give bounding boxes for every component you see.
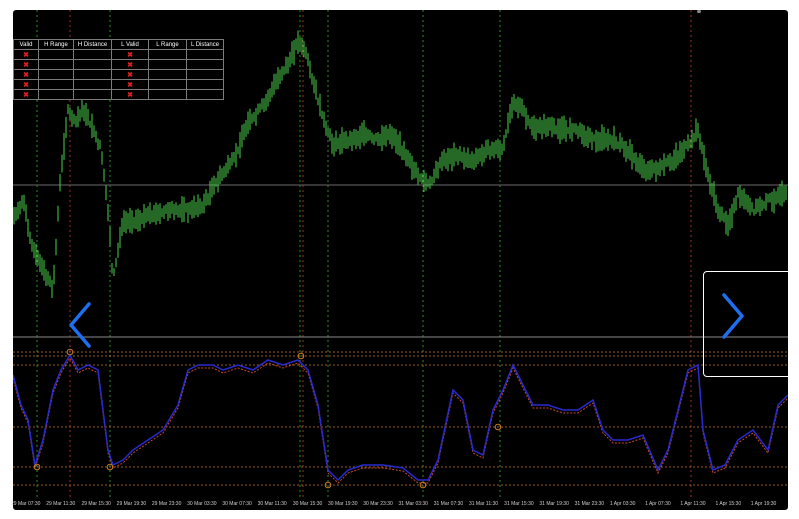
chevron-right-icon (722, 293, 744, 339)
table-cell (186, 79, 224, 90)
invalid-cross-icon: ✖ (13, 49, 39, 60)
time-axis-label: 31 Mar 11:30 (468, 501, 499, 507)
time-axis-label: 1 Apr 15:30 (715, 501, 742, 507)
table-cell (73, 69, 112, 80)
time-axis-label: 31 Mar 19:30 (539, 501, 569, 507)
table-row: ✖ ✖ (13, 49, 224, 60)
time-axis-label: 31 Mar 07:30 (433, 501, 464, 507)
table-row: ✖ ✖ (13, 79, 224, 90)
time-axis-label: 29 Mar 11:30 (46, 501, 76, 507)
table-cell (38, 69, 74, 80)
time-axis-label: 30 Mar 23:30 (363, 501, 393, 507)
chevron-left-icon (69, 302, 91, 348)
invalid-cross-icon: ✖ (111, 59, 149, 70)
table-cell (148, 59, 187, 70)
col-l-distance: L Distance (186, 39, 224, 50)
table-row: ✖ ✖ (13, 59, 224, 70)
time-axis-label: 30 Mar 15:30 (292, 501, 323, 507)
time-axis-label: 31 Mar 23:30 (574, 501, 605, 507)
table-row: ✖ ✖ (13, 89, 224, 100)
invalid-cross-icon: ✖ (13, 69, 39, 80)
time-axis-label: 30 Mar 07:30 (222, 501, 252, 507)
table-row: ✖ ✖ (13, 69, 224, 80)
invalid-cross-icon: ✖ (111, 49, 149, 60)
table-cell (186, 89, 224, 100)
table-cell (73, 59, 112, 70)
invalid-cross-icon: ✖ (13, 79, 39, 90)
table-cell (38, 49, 74, 60)
table-cell (73, 49, 112, 60)
oscillator-signal-line (13, 356, 788, 484)
table-cell (186, 59, 224, 70)
invalid-cross-icon: ✖ (13, 89, 39, 100)
prev-chart-button[interactable] (65, 300, 95, 350)
table-cell (148, 69, 187, 80)
table-cell (186, 69, 224, 80)
time-axis-label: 30 Mar 19:30 (328, 501, 358, 507)
time-axis-label: 31 Mar 03:30 (398, 501, 428, 507)
table-cell (148, 79, 187, 90)
table-cell (38, 59, 74, 70)
col-h-range: H Range (38, 39, 74, 50)
col-h-distance: H Distance (73, 39, 112, 50)
time-axis-label: 30 Mar 11:30 (257, 501, 287, 507)
col-valid: Valid (13, 39, 39, 50)
table-cell (38, 79, 74, 90)
invalid-cross-icon: ✖ (111, 89, 149, 100)
table-header-row: Valid H Range H Distance L Valid L Range… (13, 39, 224, 50)
time-axis-label: 29 Mar 15:30 (81, 501, 111, 507)
time-axis-label: 1 Apr 11:30 (680, 501, 706, 507)
oscillator-main-line (13, 353, 788, 482)
table-cell (73, 79, 112, 90)
time-axis-label: 1 Apr 19:30 (750, 501, 777, 507)
col-l-range: L Range (148, 39, 187, 50)
next-chart-button[interactable] (718, 291, 748, 341)
table-cell (186, 49, 224, 60)
window-handle[interactable] (697, 10, 701, 13)
time-axis: 29 Mar 07:30 29 Mar 11:30 29 Mar 15:30 29 M… (11, 500, 788, 510)
time-axis-label: 1 Apr 03:30 (609, 501, 636, 507)
time-axis-label: 1 Apr 07:30 (645, 501, 671, 507)
status-table: Valid H Range H Distance L Valid L Range… (13, 39, 224, 100)
invalid-cross-icon: ✖ (111, 79, 149, 90)
invalid-cross-icon: ✖ (13, 59, 39, 70)
col-l-valid: L Valid (111, 39, 149, 50)
time-axis-label: 29 Mar 07:30 (11, 501, 41, 507)
table-cell (148, 89, 187, 100)
table-cell (148, 49, 187, 60)
time-axis-label: 31 Mar 15:30 (504, 501, 534, 507)
table-cell (73, 89, 112, 100)
invalid-cross-icon: ✖ (111, 69, 149, 80)
time-axis-label: 29 Mar 19:30 (116, 501, 147, 507)
chart-window[interactable]: Valid H Range H Distance L Valid L Range… (13, 10, 788, 510)
table-cell (38, 89, 74, 100)
time-axis-label: 29 Mar 23:30 (151, 501, 182, 507)
time-axis-label: 30 Mar 03:30 (187, 501, 217, 507)
